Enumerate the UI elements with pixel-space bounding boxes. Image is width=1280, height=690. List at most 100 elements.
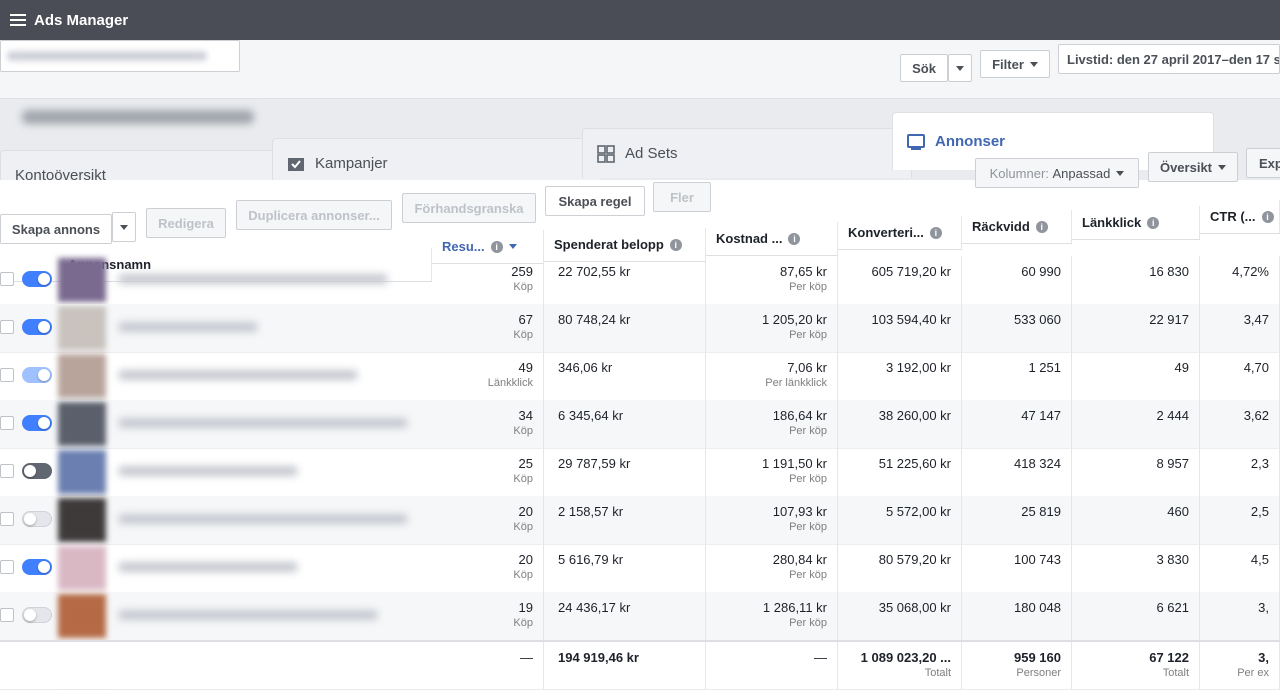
- cell-link-clicks: 3 830: [1072, 544, 1200, 592]
- cell-results: 25 Köp: [432, 448, 544, 496]
- table-row[interactable]: 259 Köp 22 702,55 kr 87,65 kr Per köp 605 719…: [0, 256, 1280, 305]
- create-rule-button[interactable]: Skapa regel: [545, 186, 645, 216]
- cell-conversions: 103 594,40 kr: [838, 304, 962, 352]
- ad-status-toggle[interactable]: [22, 271, 52, 287]
- cell-reach: 1 251: [962, 352, 1072, 400]
- cell-cost: 1 205,20 kr Per köp: [706, 304, 838, 352]
- preview-button[interactable]: Förhandsgranska: [402, 193, 536, 223]
- cell-reach: 47 147: [962, 400, 1072, 448]
- toolbar: Sök Filter Livstid: den 27 april 2017–de…: [0, 40, 1280, 99]
- table-row[interactable]: 34 Köp 6 345,64 kr 186,64 kr Per köp 38 260,0…: [0, 400, 1280, 449]
- ad-name[interactable]: [118, 418, 408, 428]
- account-selector[interactable]: [0, 40, 240, 72]
- row-checkbox[interactable]: [0, 368, 14, 382]
- cell-reach: 60 990: [962, 256, 1072, 304]
- ad-status-toggle[interactable]: [22, 415, 52, 431]
- sort-desc-icon: [508, 244, 517, 249]
- total-spent: 194 919,46 kr: [544, 642, 706, 690]
- ad-status-toggle[interactable]: [22, 367, 52, 383]
- ad-status-toggle[interactable]: [22, 511, 52, 527]
- cell-reach: 25 819: [962, 496, 1072, 544]
- cell-conversions: 38 260,00 kr: [838, 400, 962, 448]
- cell-link-clicks: 49: [1072, 352, 1200, 400]
- tab-ad-sets[interactable]: Ad Sets: [582, 128, 912, 178]
- columns-dropdown[interactable]: Kolumner: Anpassad: [975, 158, 1139, 188]
- row-checkbox[interactable]: [0, 320, 14, 334]
- column-header-conversions[interactable]: Konverteri... i: [838, 216, 962, 250]
- cell-link-clicks: 22 917: [1072, 304, 1200, 352]
- ad-status-toggle[interactable]: [22, 319, 52, 335]
- cell-reach: 180 048: [962, 592, 1072, 640]
- table-row[interactable]: 20 Köp 2 158,57 kr 107,93 kr Per köp 5 572,00…: [0, 496, 1280, 545]
- column-header-ctr[interactable]: CTR (... i: [1200, 200, 1280, 234]
- cell-ctr: 3,62: [1200, 400, 1280, 448]
- row-checkbox[interactable]: [0, 608, 14, 622]
- overview-dropdown[interactable]: Översikt: [1148, 152, 1238, 182]
- total-results: —: [432, 642, 544, 690]
- info-icon: i: [929, 226, 942, 239]
- total-reach: 959 160 Personer: [962, 642, 1072, 690]
- cell-conversions: 5 572,00 kr: [838, 496, 962, 544]
- more-button[interactable]: Fler: [653, 182, 711, 212]
- info-icon: i: [1035, 220, 1048, 233]
- cell-link-clicks: 16 830: [1072, 256, 1200, 304]
- ad-name[interactable]: [118, 562, 298, 572]
- ad-name[interactable]: [118, 610, 378, 620]
- row-checkbox[interactable]: [0, 512, 14, 526]
- cell-spent: 80 748,24 kr: [544, 304, 706, 352]
- table-row[interactable]: 19 Köp 24 436,17 kr 1 286,11 kr Per köp 35 06…: [0, 592, 1280, 641]
- table-row[interactable]: 49 Länkklick 346,06 kr 7,06 kr Per länkklick…: [0, 352, 1280, 401]
- ad-name[interactable]: [118, 514, 408, 524]
- cell-reach: 100 743: [962, 544, 1072, 592]
- cell-ctr: 2,5: [1200, 496, 1280, 544]
- totals-row: — 194 919,46 kr — 1 089 023,20 ... Totalt…: [0, 640, 1280, 690]
- cell-cost: 107,93 kr Per köp: [706, 496, 838, 544]
- duplicate-button[interactable]: Duplicera annonser...: [236, 200, 392, 230]
- app-title: Ads Manager: [34, 11, 129, 29]
- cell-results: 259 Köp: [432, 256, 544, 304]
- cell-spent: 2 158,57 kr: [544, 496, 706, 544]
- cell-spent: 24 436,17 kr: [544, 592, 706, 640]
- column-header-reach[interactable]: Räckvidd i: [962, 210, 1072, 244]
- cell-cost: 1 191,50 kr Per köp: [706, 448, 838, 496]
- cell-ctr: 4,70: [1200, 352, 1280, 400]
- cell-link-clicks: 460: [1072, 496, 1200, 544]
- table-row[interactable]: 25 Köp 29 787,59 kr 1 191,50 kr Per köp 51 22…: [0, 448, 1280, 497]
- ad-name[interactable]: [118, 370, 358, 380]
- search-button[interactable]: Sök: [900, 54, 948, 82]
- table-row[interactable]: 67 Köp 80 748,24 kr 1 205,20 kr Per köp 103 5…: [0, 304, 1280, 353]
- row-checkbox[interactable]: [0, 272, 14, 286]
- info-icon: i: [669, 238, 682, 251]
- row-checkbox[interactable]: [0, 560, 14, 574]
- column-header-link-clicks[interactable]: Länkklick i: [1072, 206, 1200, 240]
- ad-thumbnail: [58, 594, 106, 638]
- export-button[interactable]: Exp: [1246, 148, 1280, 178]
- cell-cost: 186,64 kr Per köp: [706, 400, 838, 448]
- cell-spent: 22 702,55 kr: [544, 256, 706, 304]
- table-row[interactable]: 20 Köp 5 616,79 kr 280,84 kr Per köp 80 579,2…: [0, 544, 1280, 593]
- ad-status-toggle[interactable]: [22, 559, 52, 575]
- hamburger-menu-icon[interactable]: [10, 11, 26, 29]
- cell-conversions: 605 719,20 kr: [838, 256, 962, 304]
- ad-status-toggle[interactable]: [22, 607, 52, 623]
- cell-spent: 6 345,64 kr: [544, 400, 706, 448]
- ad-status-toggle[interactable]: [22, 463, 52, 479]
- cell-results: 19 Köp: [432, 592, 544, 640]
- column-header-cost[interactable]: Kostnad ... i: [706, 222, 838, 256]
- ad-name[interactable]: [118, 274, 388, 284]
- ad-name[interactable]: [118, 322, 258, 332]
- cell-ctr: 3,47: [1200, 304, 1280, 352]
- cell-reach: 418 324: [962, 448, 1072, 496]
- ads-table: Annonsnamn Resu... i Spenderat belopp i Ko…: [0, 200, 1280, 689]
- cell-ctr: 2,3: [1200, 448, 1280, 496]
- filter-button[interactable]: Filter: [980, 50, 1050, 78]
- ad-name[interactable]: [118, 466, 298, 476]
- search-dropdown-button[interactable]: [948, 54, 972, 82]
- info-icon: i: [490, 240, 503, 253]
- row-checkbox[interactable]: [0, 464, 14, 478]
- total-ctr: 3, Per ex: [1200, 642, 1280, 690]
- cell-cost: 87,65 kr Per köp: [706, 256, 838, 304]
- date-range-picker[interactable]: Livstid: den 27 april 2017–den 17 se: [1058, 44, 1280, 74]
- ad-thumbnail: [58, 306, 106, 350]
- row-checkbox[interactable]: [0, 416, 14, 430]
